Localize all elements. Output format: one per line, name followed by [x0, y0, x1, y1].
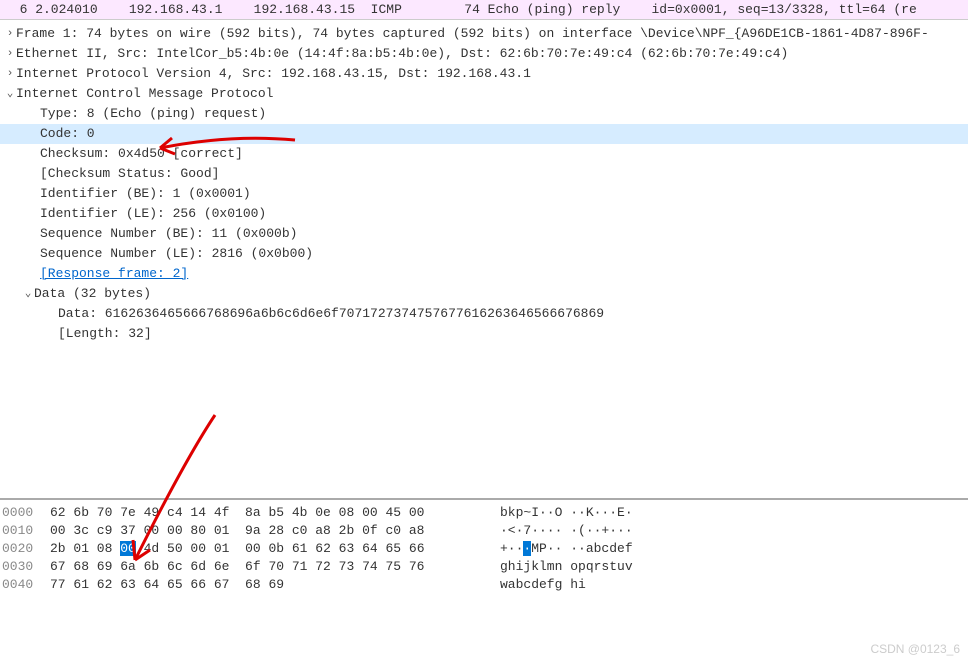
hex-ascii[interactable]: bkp~I··O ··K···E·	[480, 504, 633, 522]
hex-row[interactable]: 0030 67 68 69 6a 6b 6c 6d 6e 6f 70 71 72…	[2, 558, 966, 576]
detail-frame[interactable]: ›Frame 1: 74 bytes on wire (592 bits), 7…	[0, 24, 968, 44]
hex-offset: 0020	[2, 540, 50, 558]
icmp-data[interactable]: ⌄Data (32 bytes)	[0, 284, 968, 304]
icmp-checksum-status[interactable]: [Checksum Status: Good]	[0, 164, 968, 184]
hex-ascii[interactable]: ·<·7···· ·(··+···	[480, 522, 633, 540]
packet-list-row[interactable]: 6 2.024010 192.168.43.1 192.168.43.15 IC…	[0, 0, 968, 20]
packet-details-pane: ›Frame 1: 74 bytes on wire (592 bits), 7…	[0, 20, 968, 500]
hex-selected-byte: 00	[120, 541, 136, 556]
hex-ascii[interactable]: wabcdefg hi	[480, 576, 586, 594]
hex-bytes[interactable]: 77 61 62 63 64 65 66 67 68 69	[50, 576, 480, 594]
icmp-data-hex[interactable]: Data: 6162636465666768696a6b6c6d6e6f7071…	[0, 304, 968, 324]
hex-bytes[interactable]: 62 6b 70 7e 49 c4 14 4f 8a b5 4b 0e 08 0…	[50, 504, 480, 522]
hex-bytes[interactable]: 67 68 69 6a 6b 6c 6d 6e 6f 70 71 72 73 7…	[50, 558, 480, 576]
hex-offset: 0000	[2, 504, 50, 522]
hex-row[interactable]: 0020 2b 01 08 00 4d 50 00 01 00 0b 61 62…	[2, 540, 966, 558]
icmp-type[interactable]: Type: 8 (Echo (ping) request)	[0, 104, 968, 124]
detail-ip[interactable]: ›Internet Protocol Version 4, Src: 192.1…	[0, 64, 968, 84]
icmp-code[interactable]: Code: 0	[0, 124, 968, 144]
chevron-down-icon[interactable]: ⌄	[4, 85, 16, 103]
icmp-response-frame[interactable]: [Response frame: 2]	[0, 264, 968, 284]
watermark: CSDN @0123_6	[870, 642, 960, 656]
hex-offset: 0030	[2, 558, 50, 576]
hex-row[interactable]: 0010 00 3c c9 37 00 00 80 01 9a 28 c0 a8…	[2, 522, 966, 540]
chevron-right-icon[interactable]: ›	[4, 45, 16, 63]
icmp-seq-le[interactable]: Sequence Number (LE): 2816 (0x0b00)	[0, 244, 968, 264]
icmp-data-length[interactable]: [Length: 32]	[0, 324, 968, 344]
hex-ascii[interactable]: +···MP·· ··abcdef	[480, 540, 633, 558]
packet-row-text: 6 2.024010 192.168.43.1 192.168.43.15 IC…	[4, 2, 917, 17]
hex-offset: 0040	[2, 576, 50, 594]
hex-row[interactable]: 0000 62 6b 70 7e 49 c4 14 4f 8a b5 4b 0e…	[2, 504, 966, 522]
hex-row[interactable]: 0040 77 61 62 63 64 65 66 67 68 69 wabcd…	[2, 576, 966, 594]
hex-dump-pane: 0000 62 6b 70 7e 49 c4 14 4f 8a b5 4b 0e…	[0, 500, 968, 640]
hex-offset: 0010	[2, 522, 50, 540]
icmp-id-le[interactable]: Identifier (LE): 256 (0x0100)	[0, 204, 968, 224]
detail-icmp[interactable]: ⌄Internet Control Message Protocol	[0, 84, 968, 104]
icmp-checksum[interactable]: Checksum: 0x4d50 [correct]	[0, 144, 968, 164]
hex-bytes[interactable]: 2b 01 08 00 4d 50 00 01 00 0b 61 62 63 6…	[50, 540, 480, 558]
detail-ethernet[interactable]: ›Ethernet II, Src: IntelCor_b5:4b:0e (14…	[0, 44, 968, 64]
hex-ascii[interactable]: ghijklmn opqrstuv	[480, 558, 633, 576]
chevron-right-icon[interactable]: ›	[4, 25, 16, 43]
icmp-seq-be[interactable]: Sequence Number (BE): 11 (0x000b)	[0, 224, 968, 244]
hex-bytes[interactable]: 00 3c c9 37 00 00 80 01 9a 28 c0 a8 2b 0…	[50, 522, 480, 540]
icmp-id-be[interactable]: Identifier (BE): 1 (0x0001)	[0, 184, 968, 204]
chevron-right-icon[interactable]: ›	[4, 65, 16, 83]
chevron-down-icon[interactable]: ⌄	[22, 285, 34, 303]
